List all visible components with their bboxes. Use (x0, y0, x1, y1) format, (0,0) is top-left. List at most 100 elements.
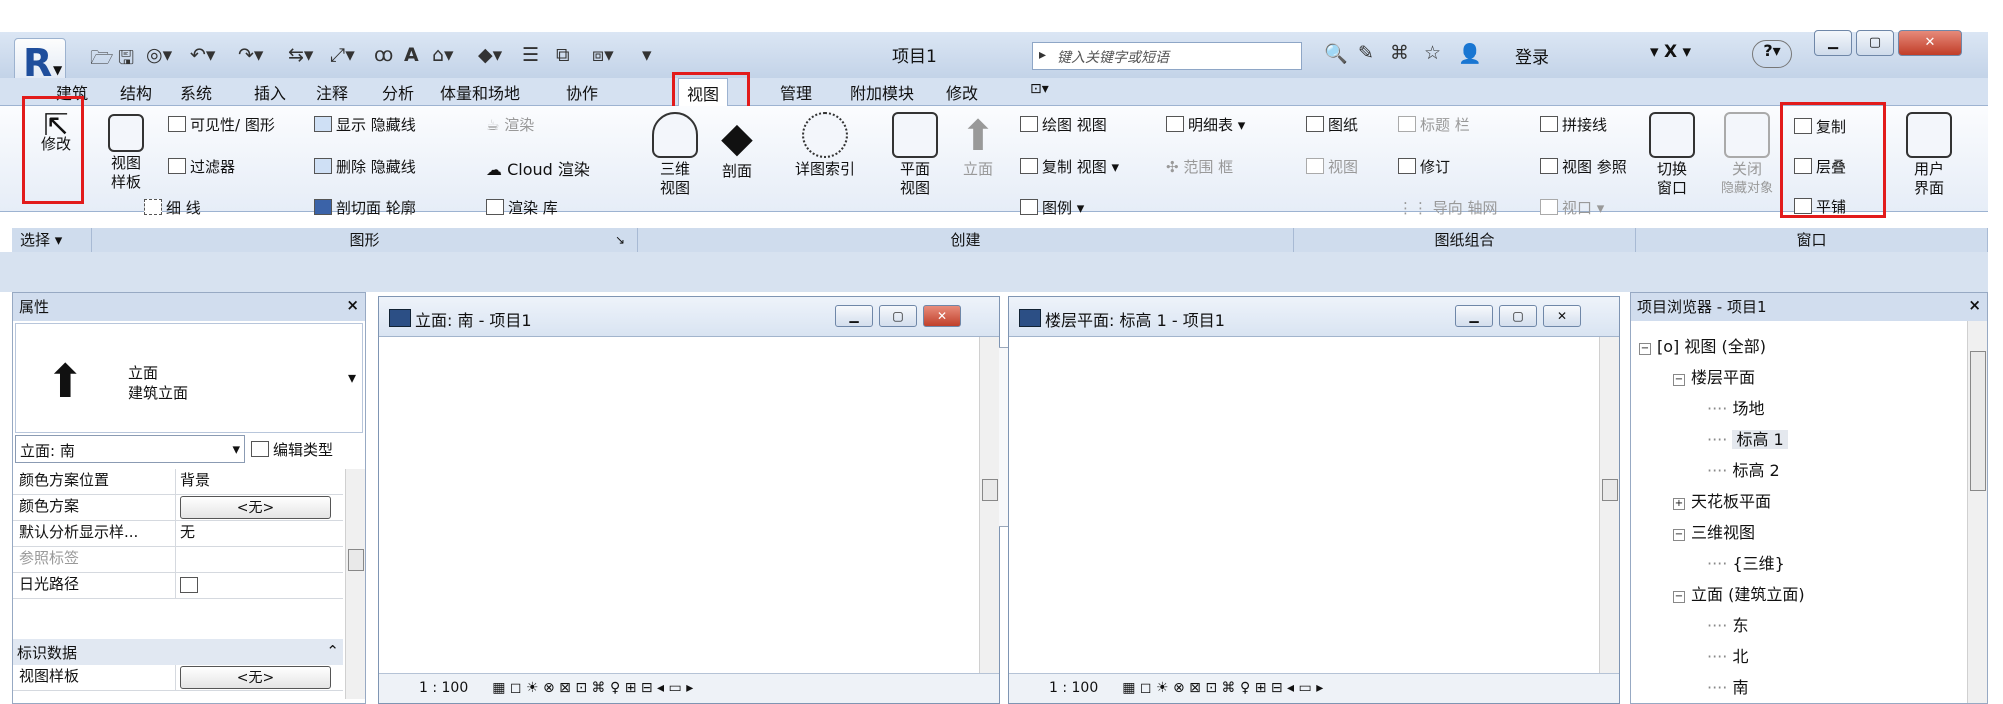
tab-5[interactable]: 分析 (382, 80, 414, 104)
tab-2[interactable]: 系统 (180, 80, 212, 104)
tree-item[interactable]: ···· 标高 1 (1707, 426, 1788, 450)
view-vertical-scrollbar[interactable] (979, 337, 999, 674)
properties-scrollbar[interactable] (345, 469, 365, 699)
close-hidden-button[interactable]: 关闭 隐藏对象 (1710, 112, 1784, 198)
scroll-thumb[interactable] (982, 479, 998, 501)
close-button[interactable]: ✕ (1898, 30, 1962, 56)
drafting-view-button[interactable]: 绘图 视图 (1020, 114, 1107, 135)
tree-item[interactable]: ···· 场地 (1707, 395, 1764, 419)
filters-button[interactable]: 过滤器 (168, 156, 235, 177)
expand-icon[interactable]: + (1673, 498, 1685, 510)
thin-lines-button[interactable]: 细 线 (144, 197, 201, 218)
collapse-icon[interactable]: − (1639, 343, 1651, 355)
tree-item[interactable]: ···· 南 (1707, 674, 1748, 698)
view-reference-button[interactable]: 视图 参照 (1540, 156, 1627, 177)
place-view-button[interactable]: 视图 (1306, 156, 1358, 177)
property-value[interactable] (176, 547, 343, 572)
text-icon[interactable]: A (404, 44, 419, 66)
tree-item[interactable]: ···· {三维} (1707, 550, 1785, 574)
tree-item[interactable]: − 三维视图 (1673, 519, 1755, 543)
tree-item[interactable]: − 楼层平面 (1673, 364, 1755, 388)
scroll-thumb[interactable] (1970, 351, 1986, 491)
minimize-button[interactable]: ▁ (1814, 30, 1852, 56)
edit-type-button[interactable]: 编辑类型 (251, 439, 333, 460)
dialog-launcher-icon[interactable]: ↘ (615, 228, 625, 252)
tree-item[interactable]: ···· 北 (1707, 643, 1748, 667)
minimize-button[interactable]: ▁ (835, 305, 873, 327)
sync-icon[interactable]: ◎▾ (146, 44, 172, 66)
3d-view-button[interactable]: 三维 视图 (646, 112, 704, 198)
open-icon[interactable]: 🗁 (90, 44, 114, 76)
callout-button[interactable]: 详图索引 (780, 112, 870, 179)
switch-windows-icon[interactable]: ⧈▾ (592, 44, 614, 66)
sun-path-checkbox[interactable] (180, 577, 198, 593)
favorites-icon[interactable]: ☆ (1424, 42, 1441, 64)
login-button[interactable]: 登录 (1515, 43, 1549, 68)
render-gallery-button[interactable]: 渲染 库 (486, 197, 558, 218)
view-template-value-button[interactable]: <无> (180, 666, 331, 689)
tag-icon[interactable]: ꝏ (374, 44, 393, 66)
undo-icon[interactable]: ↶▾ (190, 44, 215, 66)
close-icon[interactable]: × (346, 296, 359, 314)
search-input[interactable]: 键入关键字或短语 (1032, 42, 1302, 70)
section-icon[interactable]: ◆▾ (478, 44, 502, 66)
tree-item[interactable]: ···· 东 (1707, 612, 1748, 636)
color-scheme-button[interactable]: <无> (180, 496, 331, 519)
show-hidden-lines-button[interactable]: 显示 隐藏线 (314, 114, 416, 135)
tree-item[interactable]: − 立面 (建筑立面) (1673, 581, 1805, 605)
dimension-icon[interactable]: ⤢▾ (330, 44, 355, 66)
tree-item[interactable]: − [o] 视图 (全部) (1639, 333, 1766, 357)
property-value[interactable]: 无 (176, 521, 343, 546)
panel-title-select[interactable]: 选择 ▾ (12, 228, 92, 252)
remove-hidden-lines-button[interactable]: 删除 隐藏线 (314, 156, 416, 177)
view-control-icons[interactable]: ▦ ◻ ☀ ⊗ ⊠ ⊡ ⌘ ♀ ⊞ ⊟ ◂ ▭ ▸ (1122, 680, 1323, 696)
scroll-thumb[interactable] (348, 549, 364, 571)
tab-11[interactable]: 修改 (946, 80, 978, 104)
tab-9[interactable]: 管理 (780, 80, 812, 104)
thin-lines-icon[interactable]: ☰ (522, 44, 539, 66)
customize-qat-icon[interactable]: ▾ (642, 44, 652, 66)
maximize-button[interactable]: ▢ (1856, 30, 1894, 56)
help-button[interactable]: ?▾ (1752, 40, 1792, 68)
title-block-button[interactable]: 标题 栏 (1398, 114, 1470, 135)
save-icon[interactable]: 🖫 (118, 44, 134, 76)
cloud-render-button[interactable]: ☁ Cloud 渲染 (486, 156, 590, 180)
user-icon[interactable]: 👤 (1458, 42, 1482, 65)
close-button[interactable]: ✕ (923, 305, 961, 327)
view-scale[interactable]: 1 : 100 (419, 680, 468, 696)
ribbon-minimize-button[interactable]: ⊡▾ (1030, 81, 1049, 97)
tab-6[interactable]: 体量和场地 (440, 80, 520, 104)
plan-views-button[interactable]: 平面 视图 (886, 112, 944, 198)
communication-icon[interactable]: ⌘ (1390, 42, 1409, 64)
elevation-button[interactable]: ⬆ 立面 (952, 112, 1004, 179)
maximize-button[interactable]: ▢ (1499, 305, 1537, 327)
scroll-thumb[interactable] (1602, 479, 1618, 501)
user-interface-button[interactable]: 用户 界面 (1900, 112, 1958, 198)
tab-7[interactable]: 协作 (566, 80, 598, 104)
instance-filter-select[interactable]: 立面: 南 ▾ (15, 435, 245, 463)
schedules-button[interactable]: 明细表 ▾ (1166, 114, 1245, 135)
visibility-graphics-button[interactable]: 可见性/ 图形 (168, 114, 275, 135)
subscription-icon[interactable]: ✎ (1358, 42, 1374, 64)
exchange-apps-button[interactable]: ▾ X ▾ (1650, 42, 1691, 62)
close-button[interactable]: ✕ (1543, 305, 1581, 327)
property-value[interactable]: 背景 (176, 469, 343, 494)
view-vertical-scrollbar[interactable] (1599, 337, 1619, 674)
view-templates-button[interactable]: 视图 样板 (96, 114, 156, 192)
tree-item[interactable]: ···· 标高 2 (1707, 457, 1780, 481)
type-selector[interactable]: ⬆ 立面 建筑立面 ▾ (15, 323, 363, 433)
measure-icon[interactable]: ⇆▾ (288, 44, 313, 66)
tab-4[interactable]: 注释 (316, 80, 348, 104)
collapse-icon[interactable]: − (1673, 374, 1685, 386)
revisions-button[interactable]: 修订 (1398, 156, 1450, 177)
matchline-button[interactable]: 拼接线 (1540, 114, 1607, 135)
close-icon[interactable]: × (1968, 296, 1981, 314)
cut-profile-button[interactable]: 剖切面 轮廓 (314, 197, 416, 218)
scope-box-button[interactable]: ✣ 范围 框 (1166, 156, 1233, 177)
binoculars-icon[interactable]: 🔍 (1324, 42, 1348, 65)
tab-3[interactable]: 插入 (254, 80, 286, 104)
view-control-icons[interactable]: ▦ ◻ ☀ ⊗ ⊠ ⊡ ⌘ ♀ ⊞ ⊟ ◂ ▭ ▸ (492, 680, 693, 696)
3d-view-icon[interactable]: ⌂▾ (432, 44, 454, 66)
tab-1[interactable]: 结构 (120, 80, 152, 104)
collapse-icon[interactable]: − (1673, 529, 1685, 541)
